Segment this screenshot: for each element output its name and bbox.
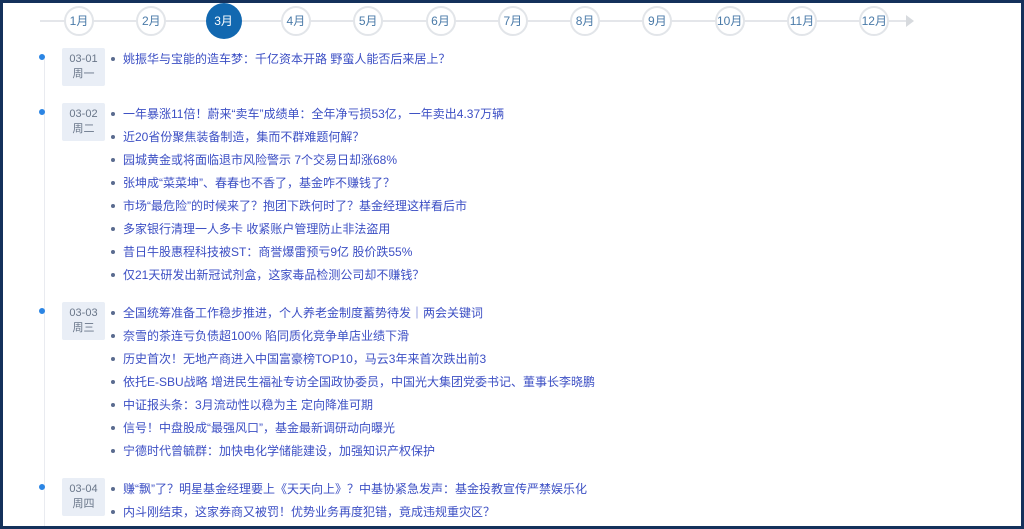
timeline-arrow-icon [906,15,914,27]
weekday-label: 周四 [62,497,105,512]
list-item: 多家银行清理一人多卡 收紧账户管理防止非法盗用 [111,218,1021,241]
news-headline-link[interactable]: 张坤成“菜菜坤”、春春也不香了，基金咋不赚钱了？ [123,172,395,194]
date-badge: 03-02周二 [62,103,105,141]
bullet-dot-icon [111,250,115,254]
news-headline-link[interactable]: 中证报头条：3月流动性以稳为主 定向降准可期 [123,394,373,416]
month-tab-12[interactable]: 12月 [859,6,889,36]
list-item: 中证报头条：3月流动性以稳为主 定向降准可期 [111,394,1021,417]
list-item: 信号！中盘股成“最强风口”，基金最新调研动向曝光 [111,417,1021,440]
date-badge: 03-03周三 [62,302,105,340]
month-tab-3[interactable]: 3月 [206,3,242,39]
month-timeline: 1月 2月 3月 4月 5月 6月 7月 8月 9月 10月 11月 12月 [3,3,1021,41]
list-item: 内斗刚结束，这家券商又被罚！优势业务再度犯错，竟成违规重灾区？ [111,501,1021,524]
list-item: 姚振华与宝能的造车梦：千亿资本开路 野蛮人能否后来居上？ [111,48,1021,71]
news-headline-link[interactable]: 全国统筹准备工作稳步推进，个人养老金制度蓄势待发｜两会关键词 [123,302,483,324]
timeline-dot-icon [39,54,45,60]
weekday-label: 周二 [62,122,105,137]
list-item: 宁德时代曾毓群：加快电化学储能建设，加强知识产权保护 [111,440,1021,463]
month-tab-10[interactable]: 10月 [715,6,745,36]
bullet-dot-icon [111,487,115,491]
day-group-03-04: 03-04周四赚“飘”了？明星基金经理要上《天天向上》？中基协紧急发声：基金投教… [3,478,1021,529]
news-headline-link[interactable]: 信号！中盘股成“最强风口”，基金最新调研动向曝光 [123,417,395,439]
headline-list: 姚振华与宝能的造车梦：千亿资本开路 野蛮人能否后来居上？ [3,48,1021,71]
month-tab-5[interactable]: 5月 [353,6,383,36]
day-group-03-02: 03-02周二一年暴涨11倍！蔚来“卖车”成绩单：全年净亏损53亿，一年卖出4.… [3,103,1021,287]
date-label: 03-04 [62,482,105,497]
headline-list: 全国统筹准备工作稳步推进，个人养老金制度蓄势待发｜两会关键词奈雪的茶连亏负债超1… [3,302,1021,463]
bullet-dot-icon [111,311,115,315]
news-headline-link[interactable]: 市场“最危险”的时候来了？抱团下跌何时了？基金经理这样看后市 [123,195,467,217]
bullet-dot-icon [111,204,115,208]
headline-list: 一年暴涨11倍！蔚来“卖车”成绩单：全年净亏损53亿，一年卖出4.37万辆近20… [3,103,1021,287]
bullet-dot-icon [111,57,115,61]
news-headline-link[interactable]: 内斗刚结束，这家券商又被罚！优势业务再度犯错，竟成违规重灾区？ [123,501,495,523]
date-label: 03-01 [62,52,105,67]
month-tab-7[interactable]: 7月 [498,6,528,36]
timeline-dot-icon [39,109,45,115]
list-item: 赚“飘”了？明星基金经理要上《天天向上》？中基协紧急发声：基金投教宣传严禁娱乐化 [111,478,1021,501]
news-headline-link[interactable]: 一年暴涨11倍！蔚来“卖车”成绩单：全年净亏损53亿，一年卖出4.37万辆 [123,103,504,125]
bullet-dot-icon [111,380,115,384]
list-item: 奈雪的茶连亏负债超100% 陷同质化竞争单店业绩下滑 [111,325,1021,348]
news-headline-link[interactable]: 历史首次！无地产商进入中国富豪榜TOP10，马云3年来首次跌出前3 [123,348,486,370]
month-tab-11[interactable]: 11月 [787,6,817,36]
list-item: 全国统筹准备工作稳步推进，个人养老金制度蓄势待发｜两会关键词 [111,302,1021,325]
bullet-dot-icon [111,158,115,162]
news-headline-link[interactable]: 仅21天研发出新冠试剂盒，这家毒品检测公司却不赚钱？ [123,264,424,286]
date-label: 03-03 [62,306,105,321]
month-tab-8[interactable]: 8月 [570,6,600,36]
list-item: 园城黄金或将面临退市风险警示 7个交易日却涨68% [111,149,1021,172]
month-tab-1[interactable]: 1月 [64,6,94,36]
news-headline-link[interactable]: 宁德时代曾毓群：加快电化学储能建设，加强知识产权保护 [123,440,435,462]
month-tab-2[interactable]: 2月 [136,6,166,36]
day-group-03-03: 03-03周三全国统筹准备工作稳步推进，个人养老金制度蓄势待发｜两会关键词奈雪的… [3,302,1021,463]
timeline-dot-icon [39,308,45,314]
month-tab-4[interactable]: 4月 [281,6,311,36]
bullet-dot-icon [111,334,115,338]
day-group-03-01: 03-01周一姚振华与宝能的造车梦：千亿资本开路 野蛮人能否后来居上？ [3,48,1021,88]
bullet-dot-icon [111,112,115,116]
list-item: 今日财经热点事件盘点：基金、券商、消费与市场动向全览 [111,524,1021,529]
news-headline-link[interactable]: 依托E-SBU战略 增进民生福祉专访全国政协委员，中国光大集团党委书记、董事长李… [123,371,595,393]
list-item: 仅21天研发出新冠试剂盒，这家毒品检测公司却不赚钱？ [111,264,1021,287]
timeline-dot-icon [39,484,45,490]
list-item: 近20省份聚焦装备制造，集而不群难题何解？ [111,126,1021,149]
news-headline-link[interactable]: 姚振华与宝能的造车梦：千亿资本开路 野蛮人能否后来居上？ [123,48,450,70]
month-tab-9[interactable]: 9月 [642,6,672,36]
news-timeline-window: 1月2月3月4月5月6月7月8月9月10月11月12月 03-01周一姚振华与宝… [0,0,1024,529]
bullet-dot-icon [111,135,115,139]
month-tab-6[interactable]: 6月 [426,6,456,36]
date-badge: 03-01周一 [62,48,105,86]
list-item: 一年暴涨11倍！蔚来“卖车”成绩单：全年净亏损53亿，一年卖出4.37万辆 [111,103,1021,126]
bullet-dot-icon [111,181,115,185]
bullet-dot-icon [111,357,115,361]
news-headline-link[interactable]: 近20省份聚焦装备制造，集而不群难题何解？ [123,126,364,148]
timeline-connector-line [40,20,908,22]
weekday-label: 周一 [62,67,105,82]
list-item: 张坤成“菜菜坤”、春春也不香了，基金咋不赚钱了？ [111,172,1021,195]
list-item: 历史首次！无地产商进入中国富豪榜TOP10，马云3年来首次跌出前3 [111,348,1021,371]
news-headline-link[interactable]: 多家银行清理一人多卡 收紧账户管理防止非法盗用 [123,218,390,240]
news-headline-link[interactable]: 昔日牛股惠程科技被ST：商誉爆雷预亏9亿 股价跌55% [123,241,412,263]
news-headline-link[interactable]: 奈雪的茶连亏负债超100% 陷同质化竞争单店业绩下滑 [123,325,409,347]
bullet-dot-icon [111,426,115,430]
date-badge: 03-04周四 [62,478,105,516]
bullet-dot-icon [111,449,115,453]
news-headline-link[interactable]: 赚“飘”了？明星基金经理要上《天天向上》？中基协紧急发声：基金投教宣传严禁娱乐化 [123,478,587,500]
list-item: 依托E-SBU战略 增进民生福祉专访全国政协委员，中国光大集团党委书记、董事长李… [111,371,1021,394]
weekday-label: 周三 [62,321,105,336]
bullet-dot-icon [111,403,115,407]
news-headline-link[interactable]: 今日财经热点事件盘点：基金、券商、消费与市场动向全览 [123,524,435,529]
headline-list: 赚“飘”了？明星基金经理要上《天天向上》？中基协紧急发声：基金投教宣传严禁娱乐化… [3,478,1021,529]
news-headline-link[interactable]: 园城黄金或将面临退市风险警示 7个交易日却涨68% [123,149,397,171]
list-item: 市场“最危险”的时候来了？抱团下跌何时了？基金经理这样看后市 [111,195,1021,218]
daily-news-list: 03-01周一姚振华与宝能的造车梦：千亿资本开路 野蛮人能否后来居上？03-02… [3,41,1021,529]
date-label: 03-02 [62,107,105,122]
bullet-dot-icon [111,227,115,231]
bullet-dot-icon [111,273,115,277]
bullet-dot-icon [111,510,115,514]
list-item: 昔日牛股惠程科技被ST：商誉爆雷预亏9亿 股价跌55% [111,241,1021,264]
